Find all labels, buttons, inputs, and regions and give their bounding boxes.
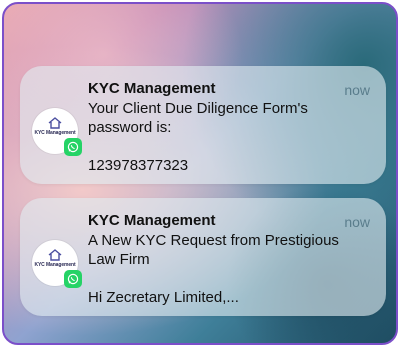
notification-time: now: [344, 214, 370, 230]
screen-frame: KYC Management KYC Management now Your C…: [2, 2, 398, 345]
app-avatar: KYC Management: [32, 108, 82, 156]
notification-time: now: [344, 82, 370, 98]
whatsapp-icon: [64, 138, 82, 156]
logo-label: KYC Management: [34, 262, 76, 268]
notification-card[interactable]: KYC Management KYC Management now Your C…: [20, 66, 386, 184]
notification-app-name: KYC Management: [88, 80, 216, 97]
logo-label: KYC Management: [34, 130, 76, 136]
app-avatar: KYC Management: [32, 240, 82, 288]
notification-card[interactable]: KYC Management KYC Management now A New …: [20, 198, 386, 316]
whatsapp-icon: [64, 270, 82, 288]
notification-message: A New KYC Request from Prestigious Law F…: [88, 232, 339, 306]
notification-message: Your Client Due Diligence Form's passwor…: [88, 100, 308, 174]
notification-app-name: KYC Management: [88, 212, 216, 229]
kyc-logo-icon: [48, 117, 62, 129]
kyc-logo-icon: [48, 249, 62, 261]
